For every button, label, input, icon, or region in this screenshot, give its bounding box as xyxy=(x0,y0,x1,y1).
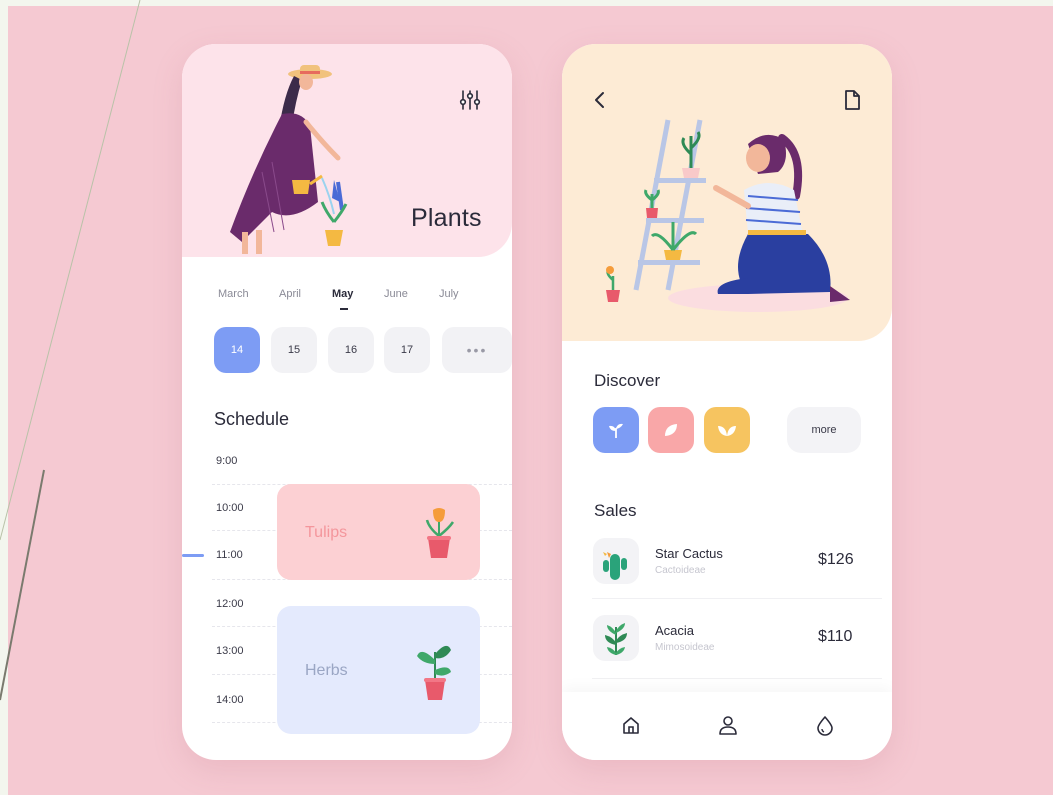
discover-title: Discover xyxy=(594,371,661,390)
product-name: Acacia xyxy=(655,623,695,638)
active-month-indicator xyxy=(340,308,348,310)
double-leaf-icon xyxy=(718,426,736,436)
time-label: 14:00 xyxy=(216,694,244,706)
woman-with-plants-illustration xyxy=(606,119,850,312)
plants-hero: Plants xyxy=(182,44,512,257)
product-price: $110 xyxy=(818,628,853,645)
current-time-indicator xyxy=(182,554,204,557)
page-title: Plants xyxy=(411,204,482,232)
month-june[interactable]: June xyxy=(384,288,408,300)
day-16[interactable]: 16 xyxy=(328,327,374,373)
time-label: 11:00 xyxy=(216,549,243,561)
plant-shop-screen: Discover more Sales Star Cactus Cactoide… xyxy=(562,44,892,760)
day-15[interactable]: 15 xyxy=(271,327,317,373)
product-thumbnail xyxy=(593,538,639,584)
acacia-icon xyxy=(605,623,627,655)
day-14[interactable]: 14 xyxy=(214,327,260,373)
time-label: 13:00 xyxy=(216,645,244,657)
schedule-title: Schedule xyxy=(214,409,290,429)
month-april[interactable]: April xyxy=(279,288,301,300)
category-double-leaf-button[interactable] xyxy=(704,407,750,453)
product-family: Mimosoideae xyxy=(655,642,715,653)
category-sprout-button[interactable] xyxy=(593,407,639,453)
row-divider xyxy=(592,678,882,679)
product-name: Star Cactus xyxy=(655,546,723,561)
event-card-tulips[interactable]: Tulips xyxy=(277,484,480,580)
more-days-button[interactable]: ••• xyxy=(442,327,512,373)
user-icon[interactable] xyxy=(717,714,739,736)
product-thumbnail xyxy=(593,615,639,661)
time-label: 10:00 xyxy=(216,502,244,514)
product-family: Cactoideae xyxy=(655,565,706,576)
product-price: $126 xyxy=(818,551,854,568)
event-label: Herbs xyxy=(305,662,348,679)
time-label: 9:00 xyxy=(216,455,238,467)
gardener-illustration xyxy=(230,65,348,254)
month-may[interactable]: May xyxy=(332,288,353,300)
bottom-navigation xyxy=(562,692,892,760)
background-decoration xyxy=(0,0,1053,795)
more-categories-button[interactable]: more xyxy=(787,407,861,453)
sliders-icon[interactable] xyxy=(458,88,482,112)
day-17[interactable]: 17 xyxy=(384,327,430,373)
chevron-left-icon[interactable] xyxy=(590,88,610,112)
category-leaf-button[interactable] xyxy=(648,407,694,453)
herb-pot-icon xyxy=(417,645,451,700)
leaf-icon xyxy=(665,424,677,436)
sales-title: Sales xyxy=(594,501,637,520)
event-label: Tulips xyxy=(305,524,348,541)
drop-icon[interactable] xyxy=(814,714,836,736)
tulip-pot-icon xyxy=(425,508,455,558)
home-icon[interactable] xyxy=(620,714,642,736)
row-divider xyxy=(592,598,882,599)
cactus-icon xyxy=(603,552,627,580)
document-icon[interactable] xyxy=(842,88,862,112)
sprout-icon xyxy=(609,423,623,438)
month-july[interactable]: July xyxy=(439,288,459,300)
sale-item-acacia[interactable]: Acacia Mimosoideae $110 xyxy=(562,615,892,685)
event-card-herbs[interactable]: Herbs xyxy=(277,606,480,734)
month-march[interactable]: March xyxy=(218,288,249,300)
plants-schedule-screen: Plants March April May June July 14 15 1… xyxy=(182,44,512,760)
time-label: 12:00 xyxy=(216,598,244,610)
shop-hero xyxy=(562,44,892,341)
